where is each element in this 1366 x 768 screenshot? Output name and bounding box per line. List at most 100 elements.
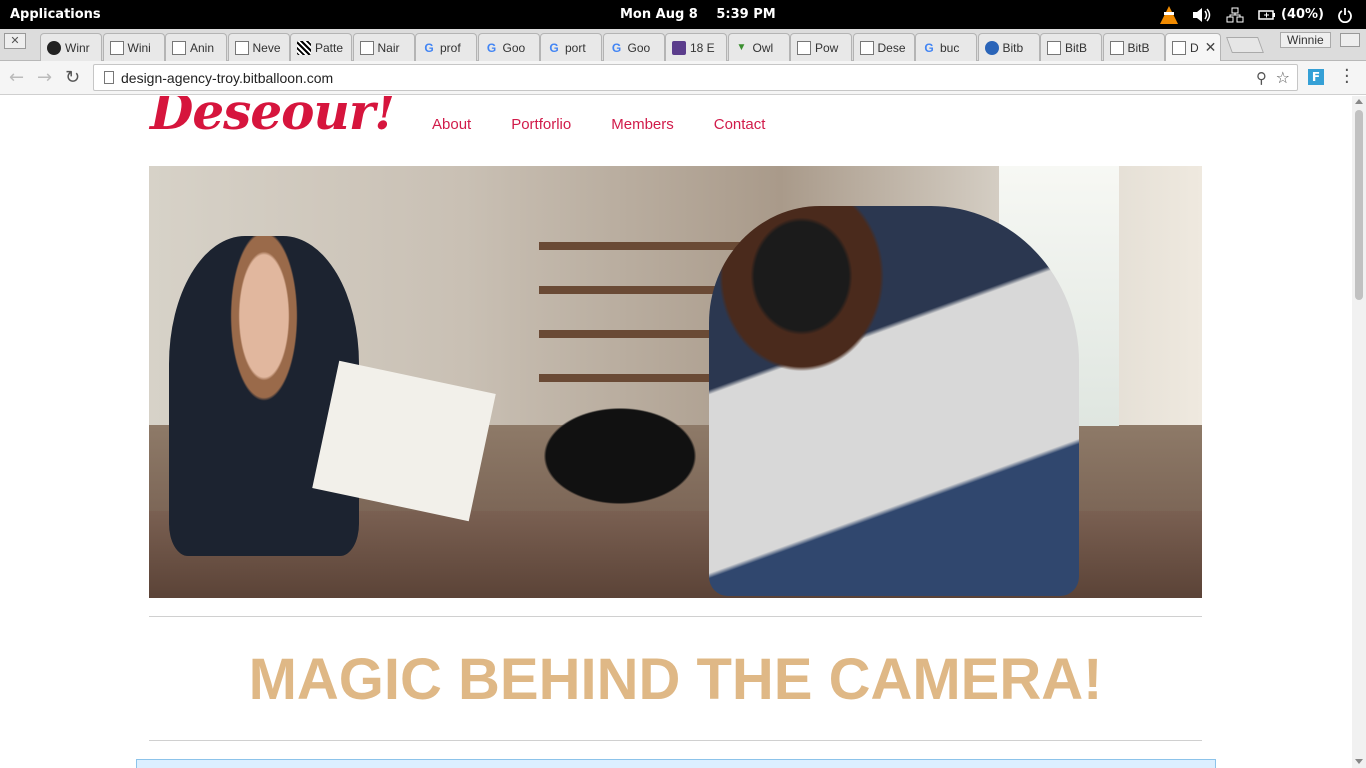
google-icon: G (611, 40, 622, 55)
site-logo[interactable]: Deseour! (150, 96, 396, 141)
browser-tab[interactable]: Winr (40, 33, 102, 61)
site-nav: About Portforlio Members Contact (432, 116, 805, 133)
page-icon (1172, 40, 1186, 55)
page-icon (1109, 40, 1124, 55)
tab-title: Neve (252, 40, 281, 55)
tab-title: 18 E (690, 40, 715, 55)
time-label: 5:39 PM (716, 7, 776, 22)
tab-title: Wini (127, 40, 151, 55)
page-scrollbar[interactable] (1352, 96, 1366, 768)
vlc-icon[interactable] (1160, 5, 1178, 24)
bitbucket-icon (984, 40, 999, 55)
nav-link-portfolio[interactable]: Portforlio (511, 116, 571, 133)
nav-link-about[interactable]: About (432, 116, 471, 133)
google-icon: G (549, 40, 559, 55)
page-icon (359, 40, 374, 55)
page-icon (234, 40, 249, 55)
page-icon (1047, 40, 1061, 55)
browser-tab[interactable]: ▼ Owl (727, 33, 790, 61)
tab-overview-icon[interactable]: ✕ (4, 33, 26, 49)
browser-tab[interactable]: G Goo (477, 33, 540, 61)
browser-tab[interactable]: Gprof (415, 33, 477, 61)
browser-tab[interactable]: Patte (290, 33, 352, 61)
photo-woman-figure (169, 236, 359, 556)
tab-title: Pow (815, 40, 839, 55)
browser-tab[interactable]: Gbuc (915, 33, 977, 61)
url-text[interactable]: design-agency-troy.bitballoon.com (121, 70, 333, 86)
nav-link-contact[interactable]: Contact (714, 116, 766, 133)
clock[interactable]: Mon Aug 8 5:39 PM (620, 7, 790, 22)
google-icon: G (424, 40, 434, 55)
tab-title: buc (940, 40, 960, 55)
power-icon[interactable] (1338, 7, 1352, 23)
browser-tab-strip: ✕ Winr Wini Anin Neve Patte Nair Gprof G Goo Gpor… (0, 29, 1366, 61)
tab-title: Goo (502, 40, 526, 55)
google-icon: G (486, 40, 497, 55)
close-tab-icon[interactable]: ✕ (1205, 39, 1217, 56)
browser-tab[interactable]: G Goo (602, 33, 665, 61)
applications-menu[interactable]: Applications (10, 7, 101, 22)
nav-link-members[interactable]: Members (611, 116, 674, 133)
scroll-down-arrow-icon[interactable] (1355, 759, 1363, 764)
tab-title: Bitb (1002, 40, 1024, 55)
browser-toolbar: ← → ↻ design-agency-troy.bitballoon.com … (0, 61, 1366, 95)
tab-title: Goo (627, 40, 651, 55)
divider-bottom (149, 740, 1202, 741)
tab-title: Dese (877, 40, 906, 55)
browser-tab[interactable]: Pow (790, 33, 852, 61)
owl-icon: ▼ (736, 41, 747, 53)
page-headline: MAGIC BEHIND THE CAMERA! (248, 647, 1103, 712)
hero-photo (149, 166, 1202, 598)
page-icon (172, 40, 186, 55)
forward-arrow-icon[interactable]: → (37, 67, 52, 88)
tab-title: Nair (377, 40, 400, 55)
address-bar[interactable]: design-agency-troy.bitballoon.com ⚲ ☆ (93, 64, 1298, 91)
zoom-icon[interactable]: ⚲ (1256, 69, 1267, 87)
system-tray: (40%) (1160, 0, 1366, 29)
tab-title: Owl (752, 40, 774, 55)
browser-tab[interactable]: Nair (352, 33, 415, 61)
photo-camera-rig (504, 346, 794, 546)
browser-tab[interactable]: Wini (102, 33, 165, 61)
page-icon (797, 40, 811, 55)
github-icon (47, 40, 61, 55)
battery-icon[interactable]: (40%) (1258, 7, 1324, 22)
google-icon: G (924, 40, 934, 55)
tab-title: BitB (1127, 40, 1150, 55)
browser-tab[interactable]: Anin (165, 33, 227, 61)
volume-icon[interactable] (1192, 7, 1212, 23)
tab-title: D (1190, 40, 1199, 55)
browser-tab[interactable]: Gport (540, 33, 602, 61)
back-arrow-icon[interactable]: ← (9, 67, 24, 88)
colorlib-icon (672, 40, 686, 55)
divider-top (149, 616, 1202, 617)
scrollbar-thumb[interactable] (1355, 110, 1363, 300)
web-page: Deseour! About Portforlio Members Contac… (0, 96, 1352, 768)
browser-tab[interactable]: D ✕ (1165, 33, 1221, 61)
browser-tab[interactable]: 18 E (665, 33, 727, 61)
browser-tab[interactable]: BitB (1102, 33, 1165, 61)
bookmark-star-icon[interactable]: ☆ (1276, 68, 1290, 87)
system-top-bar: Applications Mon Aug 8 5:39 PM (40%) (0, 0, 1366, 29)
reload-icon[interactable]: ↻ (65, 67, 80, 88)
scroll-up-arrow-icon[interactable] (1355, 99, 1363, 104)
page-icon (109, 40, 124, 55)
page-icon (859, 40, 874, 55)
window-restore-button[interactable] (1340, 33, 1360, 47)
browser-tab[interactable]: BitB (1040, 33, 1102, 61)
browser-tab[interactable]: Dese (852, 33, 915, 61)
browser-tab[interactable]: Bitb (977, 33, 1040, 61)
new-tab-button[interactable] (1226, 37, 1264, 53)
browser-tab[interactable]: Neve (227, 33, 290, 61)
network-icon[interactable] (1226, 7, 1244, 23)
tab-title: BitB (1065, 40, 1088, 55)
profile-button[interactable]: Winnie (1280, 32, 1331, 48)
tab-title: Patte (315, 40, 344, 55)
extension-icon[interactable]: F (1308, 69, 1324, 85)
tab-title: Winr (65, 40, 90, 55)
browser-menu-icon[interactable]: · · · (1344, 62, 1350, 92)
tab-title: port (565, 40, 586, 55)
pattern-icon (297, 40, 311, 55)
content-box (136, 759, 1216, 768)
tab-title: Anin (190, 40, 215, 55)
